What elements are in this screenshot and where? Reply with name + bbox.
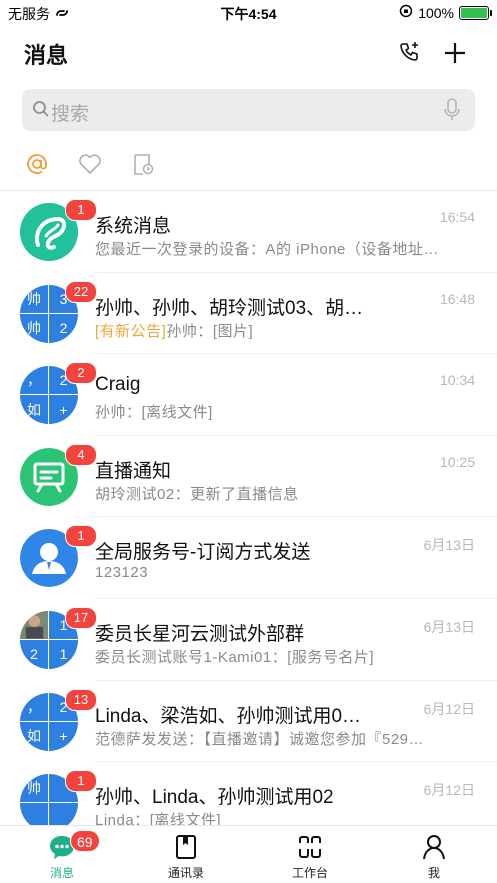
chat-time: 6月13日 <box>423 537 475 554</box>
chat-preview: 范德萨发发送：【直播邀请】诚邀您参加『529… <box>95 730 425 748</box>
search-input[interactable]: 搜索 <box>22 89 475 131</box>
status-right: 100% <box>399 4 492 21</box>
chat-preview: 胡玲测试02：更新了直播信息 <box>95 485 299 503</box>
tab-unread-badge: 69 <box>70 830 100 852</box>
chat-time: 6月12日 <box>423 782 475 799</box>
avatar-cell: 如 <box>20 395 49 425</box>
avatar-cell: 帅 <box>20 284 49 314</box>
orientation-lock-icon <box>399 4 413 21</box>
chat-name: 直播通知 <box>95 460 172 482</box>
chat-preview: 孙帅：[离线文件] <box>95 404 213 422</box>
tab-workbench[interactable]: 工作台 <box>248 826 372 883</box>
avatar-cell: 1 <box>49 639 78 669</box>
workbench-icon <box>297 834 323 865</box>
search-placeholder: 搜索 <box>51 104 90 125</box>
chat-item[interactable]: 4 直播通知 10:25 胡玲测试02：更新了直播信息 <box>0 436 497 518</box>
chat-time: 10:34 <box>439 372 475 389</box>
battery-percent: 100% <box>418 4 454 21</box>
heart-icon[interactable] <box>76 150 104 178</box>
page-title: 消息 <box>24 43 69 68</box>
microphone-icon[interactable] <box>443 98 461 127</box>
photo-thumbnail <box>20 610 49 640</box>
chat-time: 16:48 <box>439 290 475 307</box>
avatar-cell: 帅 <box>20 774 49 804</box>
unread-badge: 1 <box>65 770 97 793</box>
filter-row <box>0 146 497 182</box>
unread-badge: 22 <box>65 280 97 303</box>
avatar-cell: + <box>49 721 78 751</box>
chat-name: Linda、梁浩如、孙帅测试用0… <box>95 705 362 727</box>
avatar-cell: 帅 <box>20 313 49 343</box>
avatar-cell: + <box>49 395 78 425</box>
unread-badge: 2 <box>65 362 97 385</box>
tab-bar: 69 消息 通讯录 工作台 我 <box>0 825 497 883</box>
avatar-cell: ， <box>20 366 49 396</box>
tab-label: 通讯录 <box>167 866 204 880</box>
announcement-tag: [有新公告] <box>95 322 167 340</box>
unread-badge: 4 <box>65 443 97 466</box>
battery-icon <box>459 5 492 20</box>
search-icon <box>32 100 50 123</box>
status-bar: 无服务 下午4:54 100% <box>0 0 497 26</box>
tab-label: 我 <box>427 866 440 880</box>
avatar-cell: 2 <box>20 639 49 669</box>
unread-badge: 17 <box>65 606 97 629</box>
chat-list[interactable]: 1 系统消息 16:54 您最近一次登录的设备：A的 iPhone（设备地址… … <box>0 191 497 844</box>
unread-badge: 1 <box>65 525 97 548</box>
tab-messages[interactable]: 69 消息 <box>0 826 124 883</box>
chat-name: 孙帅、Linda、孙帅测试用02 <box>95 787 334 809</box>
phone-contact-icon[interactable] <box>393 36 427 70</box>
avatar-cell: ， <box>20 692 49 722</box>
unread-badge: 13 <box>65 688 97 711</box>
tab-label: 消息 <box>49 866 74 880</box>
chat-item[interactable]: 1 2 1 17 委员长星河云测试外部群 6月13日 委员长测试账号1-Kami… <box>0 599 497 681</box>
at-mention-icon[interactable] <box>23 150 51 178</box>
header: 消息 <box>0 28 497 78</box>
chat-preview-text: 孙帅：[图片] <box>166 322 254 340</box>
chat-item[interactable]: 1 系统消息 16:54 您最近一次登录的设备：A的 iPhone（设备地址… <box>0 191 497 273</box>
avatar-cell: 2 <box>49 313 78 343</box>
profile-icon <box>421 834 447 865</box>
chat-name: 委员长星河云测试外部群 <box>95 623 305 645</box>
chat-item[interactable]: 帅 3 帅 2 22 孙帅、孙帅、胡玲测试03、胡… 16:48 [有新公告]孙… <box>0 273 497 355</box>
chat-time: 6月12日 <box>423 700 475 717</box>
chat-time: 16:54 <box>439 209 475 225</box>
chat-item[interactable]: ， 2 如 + 2 Craig 10:34 孙帅：[离线文件] <box>0 354 497 436</box>
chat-preview: 您最近一次登录的设备：A的 iPhone（设备地址… <box>95 241 439 258</box>
chat-preview: [有新公告]孙帅：[图片] <box>95 320 475 341</box>
tab-contacts[interactable]: 通讯录 <box>124 826 248 883</box>
chat-time: 10:25 <box>439 453 475 470</box>
unread-badge: 1 <box>65 199 97 221</box>
pending-clock-icon[interactable] <box>129 150 157 178</box>
chat-name: 系统消息 <box>95 216 172 237</box>
plus-icon[interactable] <box>438 36 472 70</box>
chat-time: 6月13日 <box>423 618 475 635</box>
chat-name: 全局服务号-订阅方式发送 <box>95 542 311 564</box>
tab-me[interactable]: 我 <box>372 826 496 883</box>
chat-preview: 123123 <box>95 564 149 582</box>
chat-name: Craig <box>95 374 141 396</box>
chat-item[interactable]: ， 2 如 + 13 Linda、梁浩如、孙帅测试用0… 6月12日 范德萨发发… <box>0 681 497 763</box>
chat-item[interactable]: 1 全局服务号-订阅方式发送 6月13日 123123 <box>0 517 497 599</box>
chat-name: 孙帅、孙帅、胡玲测试03、胡… <box>95 297 364 319</box>
avatar-cell: 如 <box>20 721 49 751</box>
chat-preview: 委员长测试账号1-Kami01：[服务号名片] <box>95 648 375 666</box>
address-book-icon <box>174 834 198 865</box>
tab-label: 工作台 <box>291 866 328 880</box>
